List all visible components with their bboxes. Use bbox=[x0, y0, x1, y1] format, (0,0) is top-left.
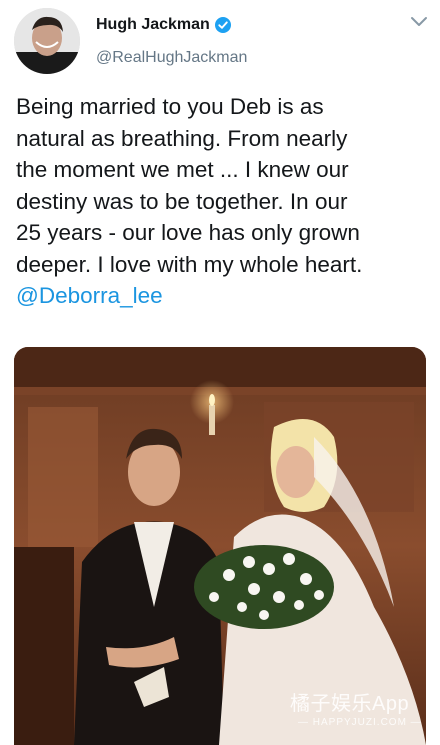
wedding-photo bbox=[14, 347, 426, 745]
watermark-title: 橘子娱乐App bbox=[290, 693, 410, 715]
tweet-photo[interactable] bbox=[14, 347, 426, 745]
mention-link[interactable]: @Deborra_lee bbox=[16, 280, 431, 312]
watermark: 橘子娱乐App — HAPPYJUZI.COM — bbox=[290, 687, 430, 737]
tweet-line: natural as breathing. From nearly bbox=[16, 125, 348, 151]
avatar[interactable] bbox=[14, 8, 80, 74]
display-name[interactable]: Hugh Jackman bbox=[96, 16, 210, 34]
tweet-line: 25 years - our love has only grown bbox=[16, 220, 360, 245]
tweet-header: Hugh Jackman @RealHughJackman bbox=[0, 0, 440, 80]
tweet-line: the moment we met ... I knew our bbox=[16, 157, 349, 182]
name-row: Hugh Jackman bbox=[96, 16, 231, 34]
tweet-line: Being married to you Deb is as bbox=[16, 94, 324, 119]
user-handle[interactable]: @RealHughJackman bbox=[96, 49, 247, 67]
chevron-down-icon[interactable] bbox=[410, 16, 428, 28]
verified-badge-icon bbox=[214, 17, 231, 33]
tweet-line: deeper. I love with my whole heart. bbox=[16, 251, 363, 277]
tweet-text: Being married to you Deb is as natural a… bbox=[16, 91, 431, 312]
watermark-subtitle: — HAPPYJUZI.COM — bbox=[298, 717, 422, 728]
avatar-photo bbox=[14, 8, 80, 74]
tweet-line: destiny was to be together. In our bbox=[16, 188, 348, 214]
